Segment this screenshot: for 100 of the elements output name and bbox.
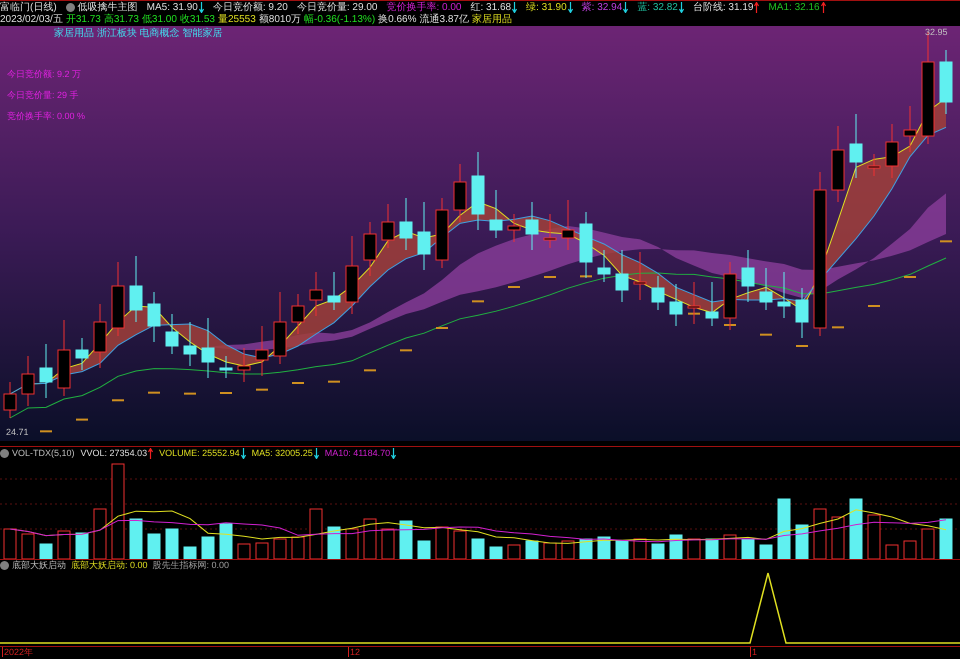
auction-info: 竞价换手率: 0.00 %	[7, 110, 86, 123]
candlestick	[490, 190, 502, 238]
volume-bar	[508, 544, 520, 559]
volume-bar	[202, 536, 214, 559]
candlestick	[94, 304, 106, 368]
quote-value: 家居用品	[472, 13, 512, 26]
quote-value: 收31.53	[180, 13, 215, 26]
time-axis-label: 1	[750, 647, 758, 657]
candlestick	[292, 294, 304, 334]
panel-name: 底部大妖启动	[12, 559, 66, 572]
candlestick	[580, 212, 592, 278]
low-price-label: 24.71	[6, 426, 29, 439]
volume-bar	[490, 546, 502, 559]
volume-bar	[346, 528, 358, 559]
quote-value: 流通3.87亿	[420, 13, 469, 26]
candlestick	[454, 164, 466, 222]
candlestick	[328, 272, 340, 310]
indicator-reading: MA5: 31.90	[146, 0, 198, 14]
volume-bar	[148, 534, 160, 559]
candlestick	[148, 292, 160, 342]
indicator-reading: 红: 31.68	[470, 0, 512, 14]
volume-bar	[652, 544, 664, 559]
candlestick	[130, 256, 142, 322]
quote-value: 开31.73	[66, 13, 101, 26]
volume-bar	[310, 508, 322, 559]
quote-value: 量25553	[218, 13, 256, 26]
concept-tags: 家居用品 浙江板块 电商概念 智能家居	[54, 27, 222, 40]
volume-bar	[562, 540, 574, 559]
volume-bar	[418, 540, 430, 559]
candlestick	[418, 202, 430, 270]
candlestick	[886, 124, 898, 178]
toggle-icon[interactable]	[66, 2, 75, 12]
panel-name: VOL-TDX(5,10)	[12, 446, 75, 460]
candlestick	[544, 214, 556, 248]
indicator-reading: MA1: 32.16	[768, 0, 820, 14]
candlestick	[562, 200, 574, 250]
volume-bar	[4, 528, 16, 559]
volume-bar	[472, 538, 484, 559]
quote-value: 低31.00	[142, 13, 177, 26]
volume-bar	[580, 538, 592, 559]
volume-bar	[436, 526, 448, 559]
toggle-icon[interactable]	[0, 561, 9, 570]
volume-bar	[922, 528, 934, 559]
indicator-reading: 台阶线: 31.19	[692, 0, 754, 14]
candlestick	[724, 262, 736, 330]
volume-bar	[760, 544, 772, 559]
auction-info: 今日竞价量: 29 手	[7, 89, 80, 102]
candlestick	[616, 250, 628, 302]
quote-value: 换0.66%	[378, 13, 417, 26]
volume-bar	[526, 540, 538, 559]
candlestick	[382, 204, 394, 248]
volume-bar	[778, 498, 790, 559]
candlestick	[22, 356, 34, 406]
volume-bar	[616, 540, 628, 559]
stock-title: 富临门(日线)	[0, 0, 57, 14]
volume-bar	[868, 514, 880, 559]
volume-bar	[832, 516, 844, 559]
indicator-reading: MA5: 32005.25	[252, 446, 313, 460]
quote-value: 2023/02/03/五	[0, 13, 63, 26]
indicator-reading: 紫: 32.94	[582, 0, 622, 14]
quote-value: 幅-0.36(-1.13%)	[304, 13, 376, 26]
volume-bar	[364, 518, 376, 559]
candlestick	[202, 318, 214, 378]
volume-bar	[58, 530, 70, 559]
indicator-reading: VVOL: 27354.03	[80, 446, 148, 460]
volume-bar	[634, 538, 646, 559]
candlestick	[184, 322, 196, 366]
volume-bar	[796, 524, 808, 559]
candlestick	[40, 344, 52, 398]
time-axis-label: 12	[348, 647, 360, 657]
candlestick	[904, 106, 916, 152]
formula-name: 低吸擒牛主图	[78, 0, 138, 14]
candlestick	[706, 282, 718, 326]
auction-info: 今日竞价额: 9.2 万	[7, 68, 82, 81]
candlestick	[166, 314, 178, 354]
volume-bar	[94, 508, 106, 559]
volume-bar	[238, 544, 250, 559]
volume-bar	[328, 526, 340, 559]
quote-value: 额8010万	[258, 13, 302, 26]
candlestick	[688, 282, 700, 324]
indicator-reading: 今日竞价量: 29.00	[296, 0, 378, 14]
volume-bar	[598, 536, 610, 559]
indicator-reading: 今日竞价额: 9.20	[212, 0, 288, 14]
candlestick	[634, 252, 646, 300]
candlestick	[598, 250, 610, 282]
time-axis-label: 2022年	[2, 647, 34, 657]
candlestick	[940, 50, 952, 114]
volume-bar	[940, 518, 952, 559]
candlestick	[868, 154, 880, 176]
volume-bar	[814, 508, 826, 559]
indicator-reading: 蓝: 32.82	[637, 0, 678, 14]
candlestick	[76, 338, 88, 370]
candlestick	[652, 276, 664, 310]
candlestick	[400, 198, 412, 250]
volume-bar	[40, 544, 52, 559]
volume-bar	[670, 534, 682, 559]
candlestick	[670, 284, 682, 326]
volume-bar	[400, 520, 412, 559]
candlestick	[760, 268, 772, 310]
toggle-icon[interactable]	[0, 448, 9, 458]
